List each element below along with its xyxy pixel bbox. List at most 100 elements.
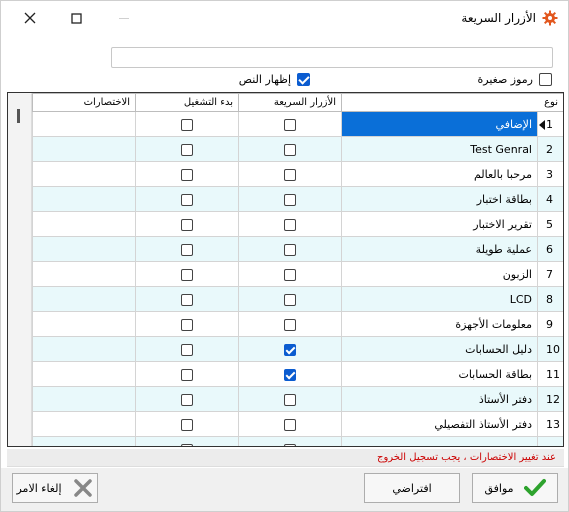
type-name-cell[interactable]: دفتر الأستاذ التفصيلي bbox=[341, 411, 538, 437]
type-name-cell[interactable]: LCD bbox=[341, 286, 538, 312]
column-header-shortcuts[interactable]: الاختصارات bbox=[32, 93, 136, 112]
startup-cell[interactable] bbox=[135, 211, 239, 237]
quick-button-checkbox[interactable] bbox=[284, 368, 296, 381]
quick-button-checkbox[interactable] bbox=[284, 243, 296, 256]
startup-cell[interactable] bbox=[135, 436, 239, 446]
table-row[interactable]: دليل الحسابات 10 bbox=[32, 336, 563, 362]
default-button[interactable]: افتراضي bbox=[364, 473, 460, 503]
type-name-cell[interactable]: Test Genral bbox=[341, 136, 538, 162]
type-name-cell[interactable]: عملية طويلة bbox=[341, 236, 538, 262]
vertical-scrollbar[interactable] bbox=[8, 93, 32, 446]
startup-cell[interactable] bbox=[135, 336, 239, 362]
quick-button-cell[interactable] bbox=[238, 111, 342, 137]
shortcuts-grid[interactable]: الاختصارات بدء التشغيل الأزرار السريعة ن… bbox=[7, 92, 564, 447]
quick-button-cell[interactable] bbox=[238, 311, 342, 337]
startup-checkbox[interactable] bbox=[181, 318, 193, 331]
quick-button-checkbox[interactable] bbox=[284, 418, 296, 431]
quick-button-cell[interactable] bbox=[238, 211, 342, 237]
startup-cell[interactable] bbox=[135, 186, 239, 212]
startup-checkbox[interactable] bbox=[181, 243, 193, 256]
quick-button-checkbox[interactable] bbox=[284, 268, 296, 281]
quick-button-checkbox[interactable] bbox=[284, 218, 296, 231]
startup-checkbox[interactable] bbox=[181, 193, 193, 206]
startup-cell[interactable] bbox=[135, 361, 239, 387]
column-header-startup[interactable]: بدء التشغيل bbox=[135, 93, 239, 112]
table-row[interactable]: بطاقة الحسابات 11 bbox=[32, 361, 563, 387]
startup-checkbox[interactable] bbox=[181, 343, 193, 356]
maximize-button[interactable] bbox=[53, 1, 99, 35]
type-name-cell[interactable] bbox=[341, 436, 538, 446]
table-row[interactable]: تقرير الاختبار 5 bbox=[32, 211, 563, 237]
row-number-cell[interactable]: 12 bbox=[536, 386, 563, 412]
type-name-cell[interactable]: معلومات الأجهزة bbox=[341, 311, 538, 337]
ok-button[interactable]: موافق bbox=[472, 473, 558, 503]
cancel-button[interactable]: إلغاء الامر bbox=[12, 473, 98, 503]
close-button[interactable] bbox=[7, 1, 53, 35]
quick-button-cell[interactable] bbox=[238, 336, 342, 362]
type-name-cell[interactable]: دليل الحسابات bbox=[341, 336, 538, 362]
quick-button-cell[interactable] bbox=[238, 361, 342, 387]
shortcut-cell[interactable] bbox=[32, 436, 136, 446]
show-text-option[interactable]: إظهار النص bbox=[239, 72, 310, 86]
shortcut-cell[interactable] bbox=[32, 386, 136, 412]
quick-button-cell[interactable] bbox=[238, 436, 342, 446]
table-row[interactable] bbox=[32, 436, 563, 446]
search-input[interactable] bbox=[111, 47, 553, 68]
table-row[interactable]: دفتر الأستاذ التفصيلي 13 bbox=[32, 411, 563, 437]
startup-cell[interactable] bbox=[135, 111, 239, 137]
startup-cell[interactable] bbox=[135, 411, 239, 437]
startup-cell[interactable] bbox=[135, 311, 239, 337]
startup-checkbox[interactable] bbox=[181, 143, 193, 156]
quick-button-cell[interactable] bbox=[238, 411, 342, 437]
quick-button-cell[interactable] bbox=[238, 161, 342, 187]
shortcut-cell[interactable] bbox=[32, 361, 136, 387]
type-name-cell[interactable]: بطاقة اختبار bbox=[341, 186, 538, 212]
type-name-cell[interactable]: دفتر الأستاذ bbox=[341, 386, 538, 412]
startup-cell[interactable] bbox=[135, 236, 239, 262]
type-name-cell[interactable]: مرحبا بالعالم bbox=[341, 161, 538, 187]
table-row[interactable]: عملية طويلة 6 bbox=[32, 236, 563, 262]
type-name-cell[interactable]: تقرير الاختبار bbox=[341, 211, 538, 237]
show-text-checkbox[interactable] bbox=[297, 72, 310, 86]
shortcut-cell[interactable] bbox=[32, 336, 136, 362]
scroll-thumb[interactable] bbox=[17, 109, 20, 123]
table-row[interactable]: معلومات الأجهزة 9 bbox=[32, 311, 563, 337]
column-header-type[interactable]: نوع bbox=[340, 93, 563, 112]
table-row[interactable]: مرحبا بالعالم 3 bbox=[32, 161, 563, 187]
small-icons-option[interactable]: رموز صغيرة bbox=[478, 72, 552, 86]
startup-cell[interactable] bbox=[135, 386, 239, 412]
startup-checkbox[interactable] bbox=[181, 418, 193, 431]
table-row[interactable]: بطاقة اختبار 4 bbox=[32, 186, 563, 212]
shortcut-cell[interactable] bbox=[32, 411, 136, 437]
row-number-cell[interactable]: 9 bbox=[536, 311, 563, 337]
table-row[interactable]: Test Genral 2 bbox=[32, 136, 563, 162]
quick-button-checkbox[interactable] bbox=[284, 343, 296, 356]
table-row[interactable]: الإضافي 1 bbox=[32, 111, 563, 137]
row-number-cell[interactable]: 11 bbox=[536, 361, 563, 387]
row-number-cell[interactable]: 13 bbox=[536, 411, 563, 437]
startup-cell[interactable] bbox=[135, 136, 239, 162]
quick-button-checkbox[interactable] bbox=[284, 193, 296, 206]
startup-checkbox[interactable] bbox=[181, 268, 193, 281]
startup-cell[interactable] bbox=[135, 286, 239, 312]
startup-checkbox[interactable] bbox=[181, 443, 193, 446]
quick-button-cell[interactable] bbox=[238, 236, 342, 262]
startup-cell[interactable] bbox=[135, 261, 239, 287]
row-number-cell[interactable]: 8 bbox=[536, 286, 563, 312]
quick-button-checkbox[interactable] bbox=[284, 443, 296, 446]
quick-button-cell[interactable] bbox=[238, 386, 342, 412]
startup-checkbox[interactable] bbox=[181, 368, 193, 381]
startup-checkbox[interactable] bbox=[181, 293, 193, 306]
small-icons-checkbox[interactable] bbox=[539, 72, 552, 86]
quick-button-checkbox[interactable] bbox=[284, 168, 296, 181]
shortcut-cell[interactable] bbox=[32, 311, 136, 337]
quick-button-checkbox[interactable] bbox=[284, 118, 296, 131]
startup-checkbox[interactable] bbox=[181, 393, 193, 406]
column-header-quick-buttons[interactable]: الأزرار السريعة bbox=[238, 93, 342, 112]
shortcut-cell[interactable] bbox=[32, 161, 136, 187]
quick-button-checkbox[interactable] bbox=[284, 143, 296, 156]
shortcut-cell[interactable] bbox=[32, 286, 136, 312]
row-number-cell[interactable] bbox=[536, 436, 563, 446]
table-row[interactable]: LCD 8 bbox=[32, 286, 563, 312]
row-number-cell[interactable]: 4 bbox=[536, 186, 563, 212]
